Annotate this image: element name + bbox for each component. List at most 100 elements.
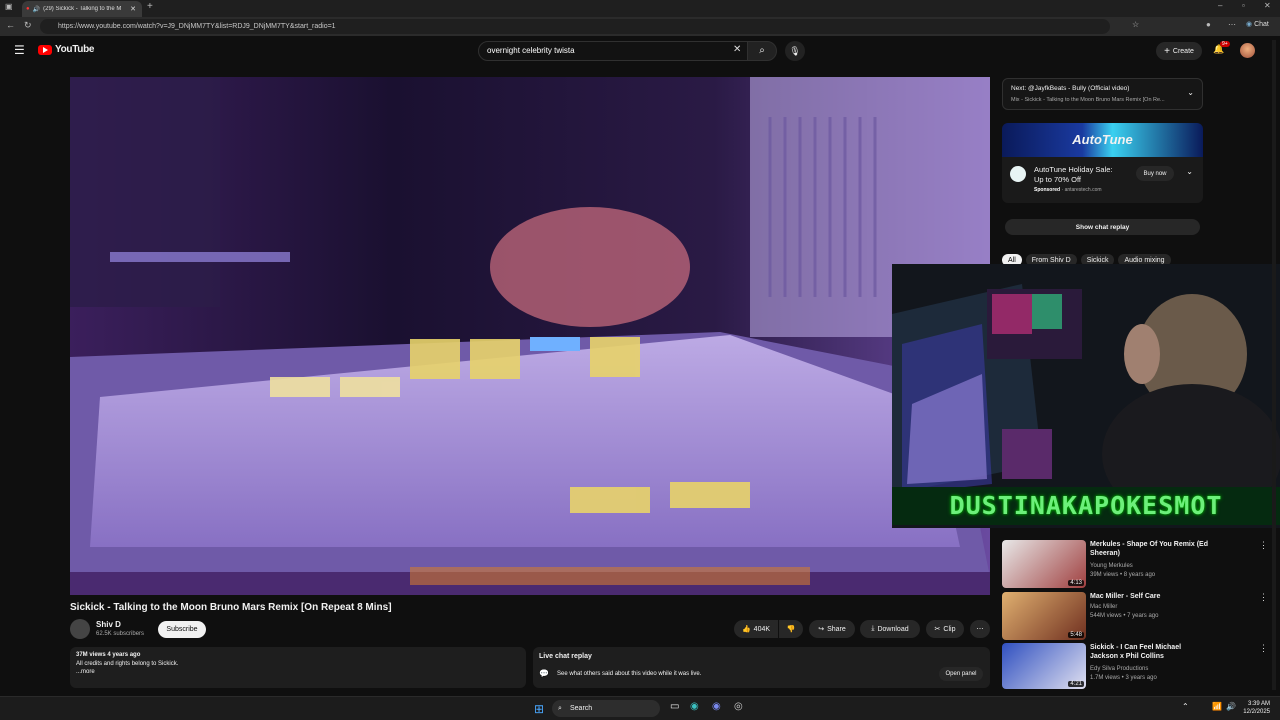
chevron-down-icon[interactable]: ⌄	[1186, 167, 1193, 176]
favicon-icon: ●	[26, 6, 30, 12]
share-label: Share	[827, 625, 846, 633]
obs-icon[interactable]: ◎	[734, 701, 743, 712]
dislike-button[interactable]: 👎	[779, 620, 803, 638]
windows-start-icon[interactable]: ⊞	[534, 702, 544, 716]
taskbar-search-label: Search	[570, 705, 593, 712]
more-actions-button[interactable]: ⋯	[970, 620, 990, 638]
create-label: Create	[1172, 47, 1194, 55]
youtube-play-icon	[38, 44, 52, 55]
hamburger-menu-icon[interactable]: ☰	[14, 43, 25, 57]
window-menu-icon[interactable]: ▣	[5, 2, 13, 11]
avatar[interactable]	[1240, 43, 1255, 58]
video-player[interactable]	[70, 77, 990, 595]
rec-meta: 1.7M views • 3 years ago	[1090, 675, 1157, 681]
next-up-subtitle: Mix - Sickick - Talking to the Moon Brun…	[1011, 97, 1165, 103]
more-vert-icon[interactable]: ⋮	[1259, 643, 1268, 654]
edge-icon[interactable]: ◉	[690, 701, 699, 712]
bookmark-star-icon[interactable]: ☆	[1132, 20, 1139, 29]
voice-search-button[interactable]: 🎙	[785, 41, 805, 61]
url-field[interactable]: https://www.youtube.com/watch?v=J9_DNjMM…	[40, 19, 1110, 34]
search-icon: ⌕	[558, 705, 562, 712]
more-vert-icon: ⋯	[976, 626, 984, 633]
description-text: All credits and rights belong to Sickick…	[76, 661, 179, 667]
task-view-icon[interactable]: ▭	[670, 701, 679, 712]
ad-info[interactable]: AutoTune Holiday Sale: Up to 70% Off Spo…	[1002, 157, 1203, 203]
tab-close-icon[interactable]: ✕	[130, 5, 136, 13]
rec-title: Merkules - Shape Of You Remix (Ed Sheera…	[1090, 541, 1208, 557]
tray-chevron-icon[interactable]: ⌃	[1182, 702, 1189, 711]
ad-title: AutoTune Holiday Sale: Up to 70% Off	[1034, 165, 1113, 184]
subscribe-label: Subscribe	[166, 626, 198, 633]
thumbs-up-icon: 👍	[741, 626, 751, 633]
list-item[interactable]: 5:48 Mac Miller - Self Care Mac Miller 5…	[1002, 592, 1272, 644]
next-up-card[interactable]: Next: @JayfkBeats - Bully (Official vide…	[1002, 78, 1203, 110]
create-button[interactable]: + Create	[1156, 42, 1202, 60]
live-chat-box: Live chat replay 💬 See what others said …	[533, 647, 990, 688]
clear-search-icon[interactable]: ✕	[733, 44, 741, 55]
video-thumbnail[interactable]: 5:48	[1002, 592, 1086, 640]
show-chat-replay-button[interactable]: Show chat replay	[1005, 219, 1200, 235]
video-thumbnail[interactable]: 4:21	[1002, 643, 1086, 689]
clock-time: 3:39 AM	[1247, 701, 1270, 707]
live-chat-title: Live chat replay	[539, 653, 592, 660]
download-label: Download	[877, 625, 909, 633]
minimize-icon[interactable]: –	[1218, 1, 1222, 10]
more-options-icon[interactable]: ⋯	[1228, 20, 1236, 29]
description-box[interactable]: 37M views 4 years ago All credits and ri…	[70, 647, 526, 688]
list-item[interactable]: 4:13 Merkules - Shape Of You Remix (Ed S…	[1002, 540, 1272, 592]
open-panel-button[interactable]: Open panel	[939, 667, 983, 681]
chevron-down-icon[interactable]: ⌄	[1187, 88, 1194, 97]
more-vert-icon[interactable]: ⋮	[1259, 540, 1268, 551]
volume-icon[interactable]: 🔊	[1226, 702, 1236, 711]
ad-banner[interactable]: AutoTune	[1002, 123, 1203, 157]
view-stats: 37M views 4 years ago	[76, 652, 141, 658]
close-window-icon[interactable]: ✕	[1264, 1, 1271, 10]
maximize-icon[interactable]: ▫	[1242, 1, 1245, 10]
rec-title: Sickick - I Can Feel Michael Jackson x P…	[1090, 644, 1182, 660]
subscriber-count: 62.5K subscribers	[96, 631, 145, 637]
taskbar-search[interactable]: ⌕ Search	[552, 700, 660, 717]
microphone-icon: 🎙	[789, 46, 801, 56]
youtube-logo[interactable]: YouTube	[38, 44, 95, 55]
page-scrollbar[interactable]	[1272, 40, 1276, 690]
reload-icon[interactable]: ↻	[24, 20, 32, 31]
buy-now-button[interactable]: Buy now	[1136, 166, 1174, 181]
ad-sponsor-line: Sponsored · antarestech.com	[1034, 187, 1102, 193]
profile-icon[interactable]: ●	[1206, 20, 1211, 29]
rec-meta: 544M views • 7 years ago	[1090, 613, 1159, 619]
open-panel-label: Open panel	[945, 671, 977, 677]
like-button[interactable]: 👍 404K	[734, 620, 778, 638]
search-button[interactable]: ⌕	[747, 41, 777, 61]
browser-tab[interactable]: ● 🔊 (29) Sickick - Talking to the M ✕	[22, 1, 142, 17]
subscribe-button[interactable]: Subscribe	[158, 621, 206, 638]
chat-bubble-icon: 💬	[539, 669, 549, 678]
notification-count-badge: 9+	[1220, 41, 1230, 47]
channel-avatar[interactable]	[70, 619, 90, 639]
search-input[interactable]: overnight celebrity twista	[478, 41, 748, 61]
audio-icon[interactable]: 🔊	[33, 6, 40, 13]
more-vert-icon[interactable]: ⋮	[1259, 592, 1268, 603]
clip-button[interactable]: ✂ Clip	[926, 620, 964, 638]
share-button[interactable]: ↪ Share	[809, 620, 855, 638]
duration-badge: 5:48	[1068, 632, 1084, 638]
clip-label: Clip	[943, 625, 956, 633]
video-thumbnail[interactable]: 4:13	[1002, 540, 1086, 588]
back-icon[interactable]: ←	[6, 20, 15, 30]
sponsored-label: Sponsored	[1034, 187, 1061, 193]
wifi-icon[interactable]: 📶	[1212, 702, 1222, 711]
rec-title: Mac Miller - Self Care	[1090, 593, 1161, 600]
show-more-link[interactable]: ...more	[76, 669, 520, 675]
discord-icon[interactable]: ◉	[712, 701, 721, 712]
taskbar-clock[interactable]: 3:39 AM 12/2/2025	[1240, 700, 1270, 716]
tab-title: (29) Sickick - Talking to the M	[43, 6, 122, 12]
rec-channel: Mac Miller	[1090, 604, 1118, 610]
list-item[interactable]: 4:21 Sickick - I Can Feel Michael Jackso…	[1002, 643, 1272, 695]
chat-button[interactable]: ◉ Chat	[1246, 20, 1269, 28]
rec-meta: 39M views • 8 years ago	[1090, 572, 1156, 578]
browser-tab-bar: ▣ ● 🔊 (29) Sickick - Talking to the M ✕ …	[0, 0, 1280, 17]
download-button[interactable]: ⤓ Download	[860, 620, 920, 638]
new-tab-icon[interactable]: +	[147, 1, 153, 12]
channel-name[interactable]: Shiv D	[96, 620, 121, 629]
buy-now-label: Buy now	[1143, 170, 1167, 177]
search-icon: ⌕	[759, 45, 765, 56]
